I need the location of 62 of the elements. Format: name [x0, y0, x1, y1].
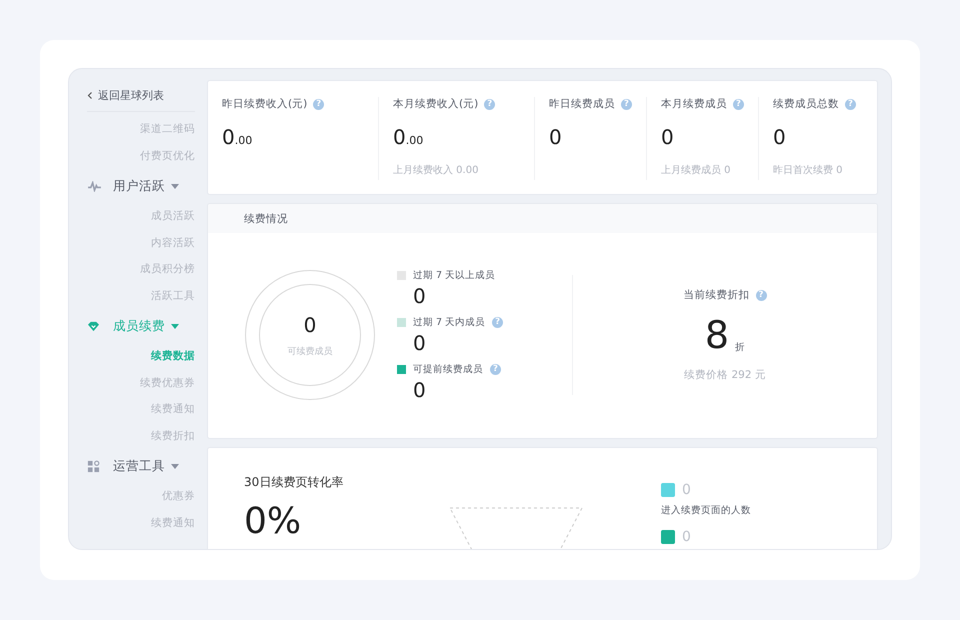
- legend-value: 0: [682, 529, 691, 545]
- pulse-icon: [87, 180, 102, 192]
- sidebar-item[interactable]: 成员活跃: [151, 203, 195, 230]
- caret-icon: [171, 324, 179, 328]
- discount-value: 8: [704, 316, 730, 354]
- help-icon[interactable]: ?: [621, 98, 632, 110]
- legend-value: 0: [413, 378, 427, 402]
- help-icon[interactable]: ?: [484, 98, 496, 110]
- stat-note: 上月续费收入 0.00: [393, 164, 480, 177]
- gem-icon: [87, 320, 100, 332]
- grid-icon: [87, 460, 100, 472]
- price-note: 续费价格 292 元: [684, 368, 766, 382]
- legend-value: 0: [682, 482, 691, 498]
- sidebar-group[interactable]: 运营工具: [87, 449, 195, 483]
- stat-value: 0: [549, 125, 563, 149]
- sidebar-item[interactable]: 成员积分榜: [140, 256, 195, 282]
- stat-value: 0.00: [222, 125, 254, 149]
- stat-value: 0: [773, 125, 787, 149]
- sidebar-item[interactable]: 续费折扣: [151, 422, 195, 449]
- help-icon[interactable]: ?: [845, 98, 856, 110]
- sidebar-group[interactable]: 成员续费: [87, 309, 195, 343]
- stat-label: 本月续费成员: [661, 97, 727, 111]
- help-icon[interactable]: ?: [490, 364, 501, 374]
- stat-label: 昨日续费成员: [549, 97, 615, 111]
- sidebar-item[interactable]: 续费通知: [151, 396, 195, 422]
- legend-label: 进入续费页面的人数: [661, 504, 751, 517]
- ring-value: 0: [304, 312, 316, 336]
- conversion-rate: 0%: [244, 503, 302, 541]
- ring-label: 可续费成员: [288, 346, 332, 358]
- stat-value: 0.00: [393, 125, 424, 149]
- help-icon[interactable]: ?: [733, 98, 744, 110]
- chevron-left-icon: [87, 90, 93, 100]
- legend-label: 过期 7 天内成员: [413, 316, 486, 328]
- stat-note: 昨日首次续费 0: [773, 164, 844, 177]
- discount-unit: 折: [735, 341, 746, 354]
- discount-label: 当前续费折扣: [684, 288, 750, 302]
- stat-label: 昨日续费收入(元): [222, 97, 308, 111]
- sidebar-item[interactable]: 续费数据: [151, 343, 195, 370]
- stat-value: 0: [661, 125, 675, 149]
- sidebar-item[interactable]: 渠道二维码: [140, 116, 195, 142]
- sidebar-item[interactable]: 付费页优化: [140, 142, 195, 169]
- sidebar-item[interactable]: 续费优惠券: [140, 370, 195, 396]
- sidebar-item[interactable]: 优惠券: [162, 483, 195, 510]
- stat-label: 续费成员总数: [773, 97, 839, 111]
- legend-value: 0: [413, 284, 427, 308]
- card-title: 30日续费页转化率: [244, 474, 344, 491]
- legend-label: 可提前续费成员: [413, 362, 483, 376]
- help-icon[interactable]: ?: [492, 316, 504, 328]
- legend-label: 过期 7 天以上成员: [413, 268, 496, 282]
- legend-value: 0: [413, 330, 427, 354]
- sidebar-group[interactable]: 用户活跃: [87, 169, 195, 203]
- card-title: 续费情况: [244, 212, 288, 226]
- stat-note: 上月续费成员 0: [661, 164, 732, 177]
- help-icon[interactable]: ?: [313, 98, 324, 110]
- sidebar-item[interactable]: 续费通知: [151, 510, 195, 536]
- sidebar-item[interactable]: 内容活跃: [151, 230, 195, 256]
- back-link[interactable]: 返回星球列表: [87, 86, 164, 104]
- stat-label: 本月续费收入(元): [393, 97, 478, 111]
- sidebar-item[interactable]: 活跃工具: [151, 282, 195, 309]
- help-icon[interactable]: ?: [756, 290, 766, 300]
- caret-icon: [171, 464, 179, 468]
- caret-icon: [171, 184, 179, 188]
